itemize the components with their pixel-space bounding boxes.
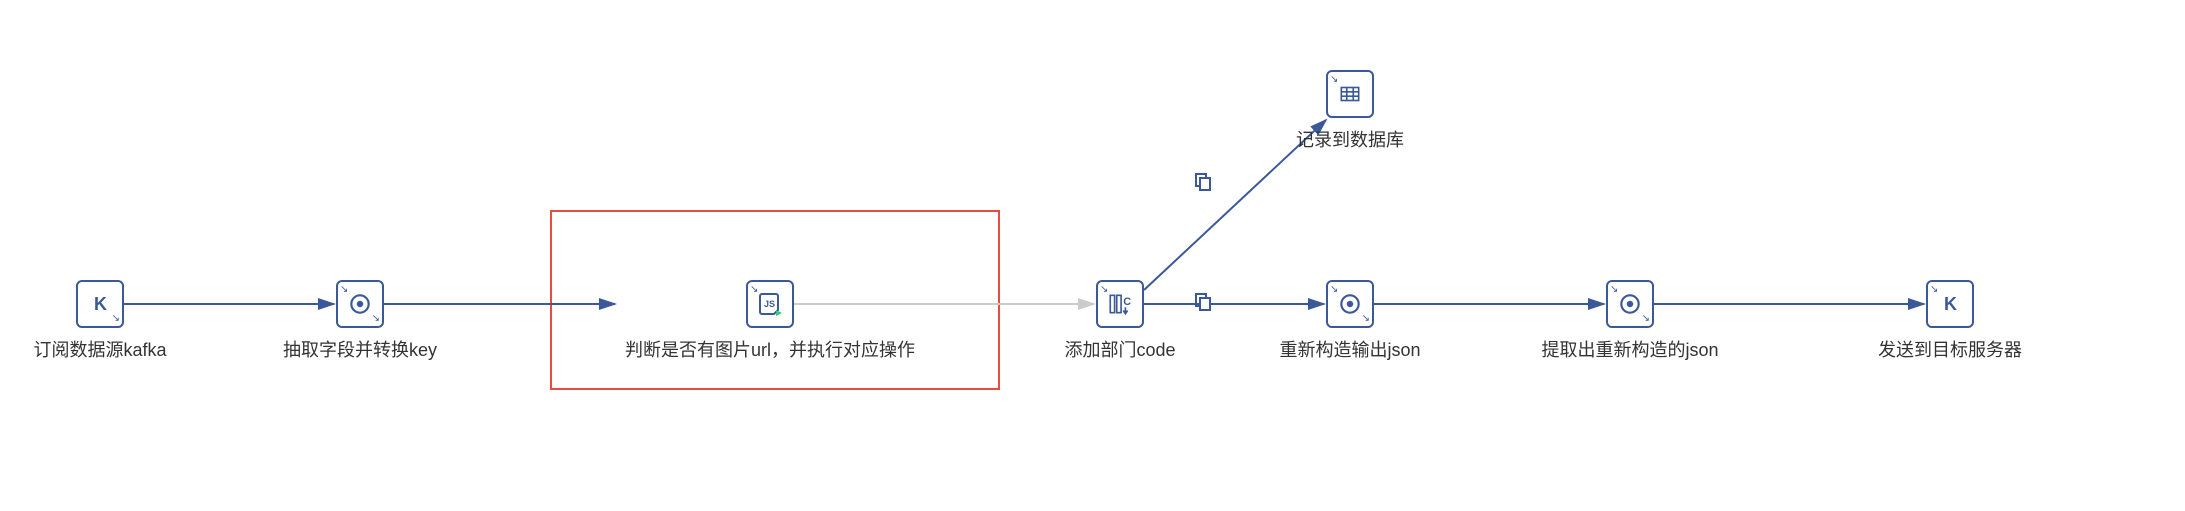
node-label: 提取出重新构造的json [1541,336,1718,362]
node-extract-transform[interactable]: ↘ ↘ 抽取字段并转换key [280,280,440,362]
node-js-modify[interactable]: ↘ JS 判断是否有图片url，并执行对应操作 [620,280,920,362]
javascript-script-icon: ↘ JS [746,280,794,328]
node-label: 抽取字段并转换key [283,336,437,362]
node-add-dept-code[interactable]: ↘ C 添加部门code [1060,280,1180,362]
node-label: 判断是否有图片url，并执行对应操作 [625,336,915,362]
transform-icon: ↘ ↘ [1326,280,1374,328]
copy-icon [1190,170,1214,194]
node-label: 发送到目标服务器 [1878,336,2022,362]
node-record-database[interactable]: ↘ 记录到数据库 [1290,70,1410,152]
database-table-icon: ↘ [1326,70,1374,118]
transform-icon: ↘ ↘ [1606,280,1654,328]
add-column-icon: ↘ C [1096,280,1144,328]
node-label: 订阅数据源kafka [33,336,166,362]
kafka-icon: ↘ K [76,280,124,328]
node-label: 添加部门code [1064,336,1175,362]
node-rebuild-json[interactable]: ↘ ↘ 重新构造输出json [1270,280,1430,362]
transform-icon: ↘ ↘ [336,280,384,328]
node-extract-rebuilt-json[interactable]: ↘ ↘ 提取出重新构造的json [1540,280,1720,362]
svg-text:JS: JS [764,299,775,309]
node-label: 重新构造输出json [1279,336,1420,362]
kafka-sink-icon: ↘ K [1926,280,1974,328]
svg-text:K: K [94,294,107,314]
svg-text:K: K [1944,294,1957,314]
node-send-target-server[interactable]: ↘ K 发送到目标服务器 [1870,280,2030,362]
copy-icon [1190,290,1214,314]
node-label: 记录到数据库 [1296,126,1404,152]
svg-text:C: C [1123,296,1131,308]
node-kafka-source[interactable]: ↘ K 订阅数据源kafka [30,280,170,362]
